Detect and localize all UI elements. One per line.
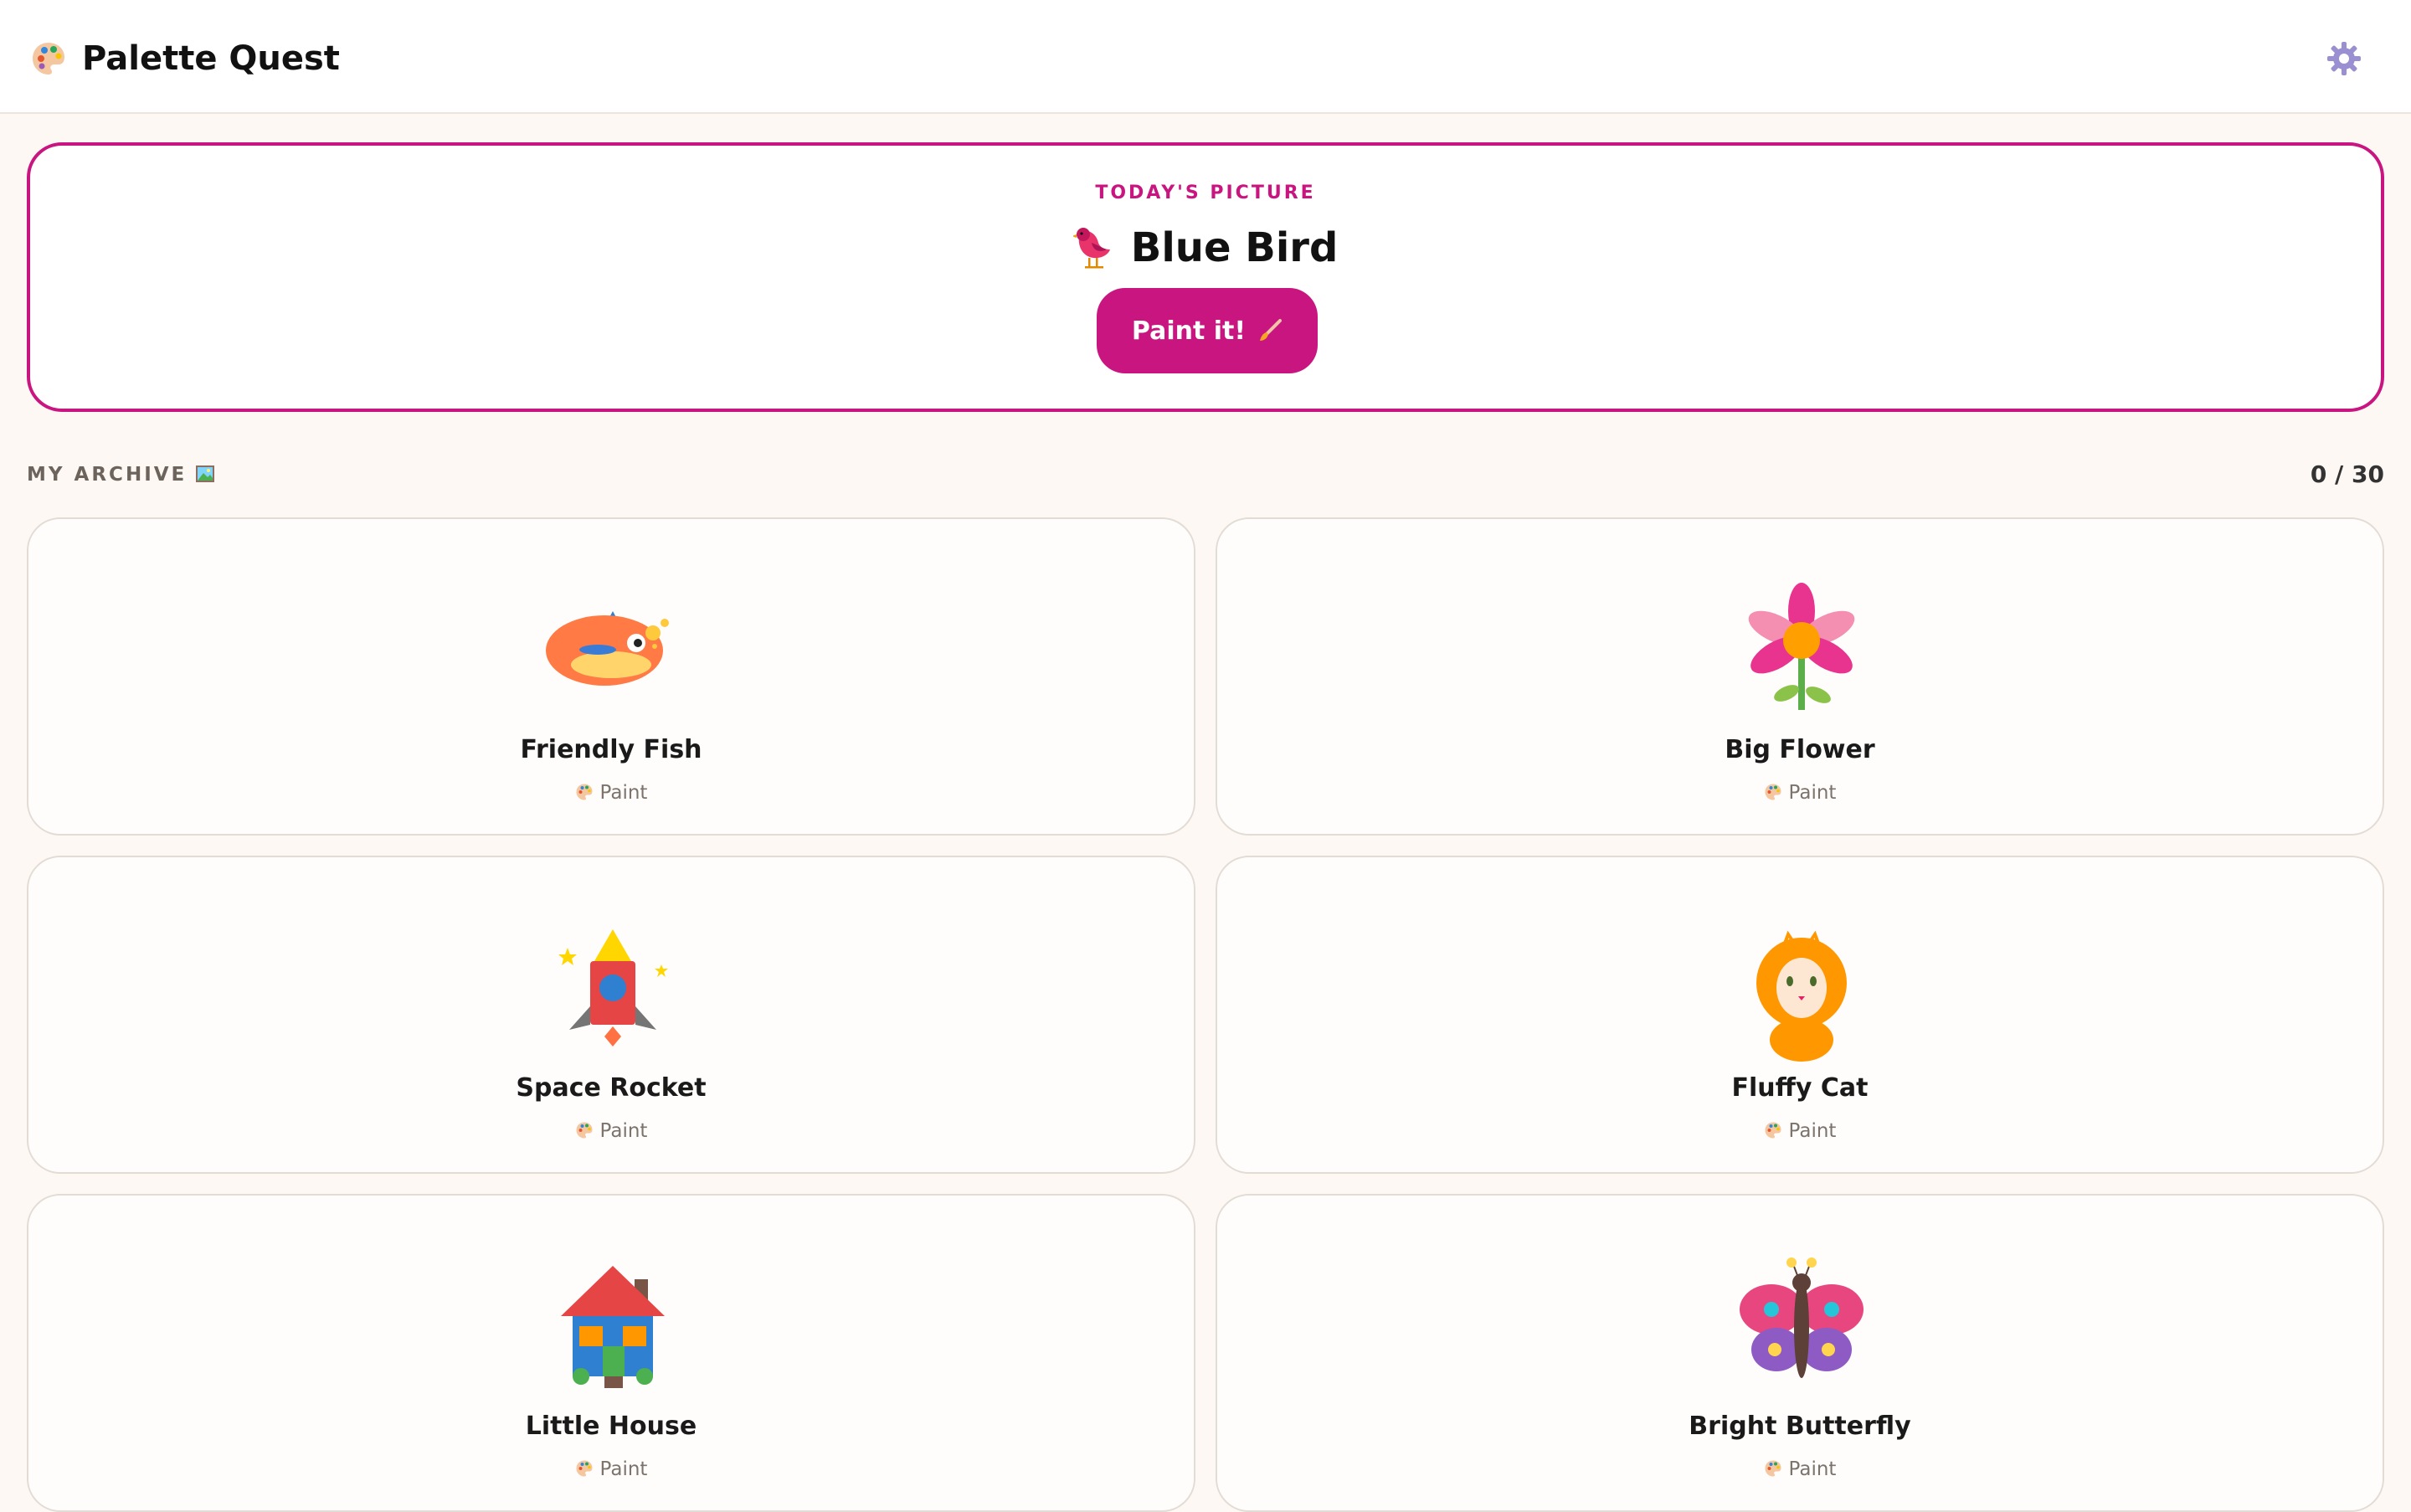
cat-illustration: [1756, 930, 1847, 1062]
bird-icon: [1072, 228, 1110, 269]
todays-picture-title-row: Blue Bird: [30, 223, 2381, 281]
palette-icon: [576, 784, 593, 800]
framed-picture-icon: [196, 465, 215, 482]
card-paint-text: Paint: [1788, 782, 1837, 804]
paint-it-button-label: Paint it!: [1131, 316, 1247, 346]
card-paint-text: Paint: [1788, 1458, 1837, 1480]
card-paint-label: Paint: [1217, 1457, 2383, 1482]
gear-icon[interactable]: [2326, 40, 2362, 77]
palette-icon: [576, 1460, 593, 1477]
todays-picture-label: TODAY'S PICTURE: [1095, 183, 1316, 203]
todays-picture-title: Blue Bird: [1130, 224, 1339, 271]
archive-label-text: MY ARCHIVE: [27, 464, 188, 486]
paint-it-button[interactable]: Paint it!: [1097, 288, 1318, 373]
house-illustration: [561, 1266, 665, 1388]
card-title: Bright Butterfly: [1689, 1412, 1911, 1441]
archive-count: 0 / 30: [2310, 460, 2384, 488]
card-title: Friendly Fish: [520, 735, 702, 764]
paintbrush-icon: [1260, 319, 1283, 341]
palette-icon: [1765, 1122, 1781, 1139]
todays-picture-card: TODAY'S PICTURE Blue Bird Paint it!: [27, 142, 2384, 412]
archive-card-space-rocket[interactable]: Space Rocket Paint: [27, 856, 1195, 1174]
card-paint-label: Paint: [28, 1119, 1194, 1144]
card-paint-label: Paint: [1217, 780, 2383, 805]
palette-icon: [1765, 784, 1781, 800]
card-title: Big Flower: [1725, 735, 1875, 764]
card-paint-label: Paint: [28, 1457, 1194, 1482]
card-paint-label: Paint: [28, 780, 1194, 805]
card-title: Little House: [525, 1412, 697, 1441]
butterfly-illustration: [1740, 1257, 1864, 1378]
palette-icon: [33, 43, 64, 75]
card-paint-text: Paint: [599, 1458, 648, 1480]
card-paint-text: Paint: [1788, 1120, 1837, 1142]
rocket-illustration: [558, 929, 668, 1047]
card-title: Fluffy Cat: [1731, 1073, 1869, 1103]
palette-icon: [576, 1122, 593, 1139]
card-paint-text: Paint: [599, 1120, 648, 1142]
archive-card-bright-butterfly[interactable]: Bright Butterfly Paint: [1216, 1194, 2384, 1512]
flower-illustration: [1748, 583, 1855, 710]
palette-icon: [1765, 1460, 1781, 1477]
card-title: Space Rocket: [516, 1073, 707, 1103]
archive-section-label: MY ARCHIVE: [27, 462, 215, 487]
archive-card-little-house[interactable]: Little House Paint: [27, 1194, 1195, 1512]
card-paint-text: Paint: [599, 782, 648, 804]
archive-card-big-flower[interactable]: Big Flower Paint: [1216, 517, 2384, 836]
archive-card-fluffy-cat[interactable]: Fluffy Cat Paint: [1216, 856, 2384, 1174]
archive-card-friendly-fish[interactable]: Friendly Fish Paint: [27, 517, 1195, 836]
app-header: Palette Quest: [0, 0, 2411, 114]
app-title: Palette Quest: [82, 39, 340, 78]
fish-illustration: [546, 611, 669, 686]
card-paint-label: Paint: [1217, 1119, 2383, 1144]
